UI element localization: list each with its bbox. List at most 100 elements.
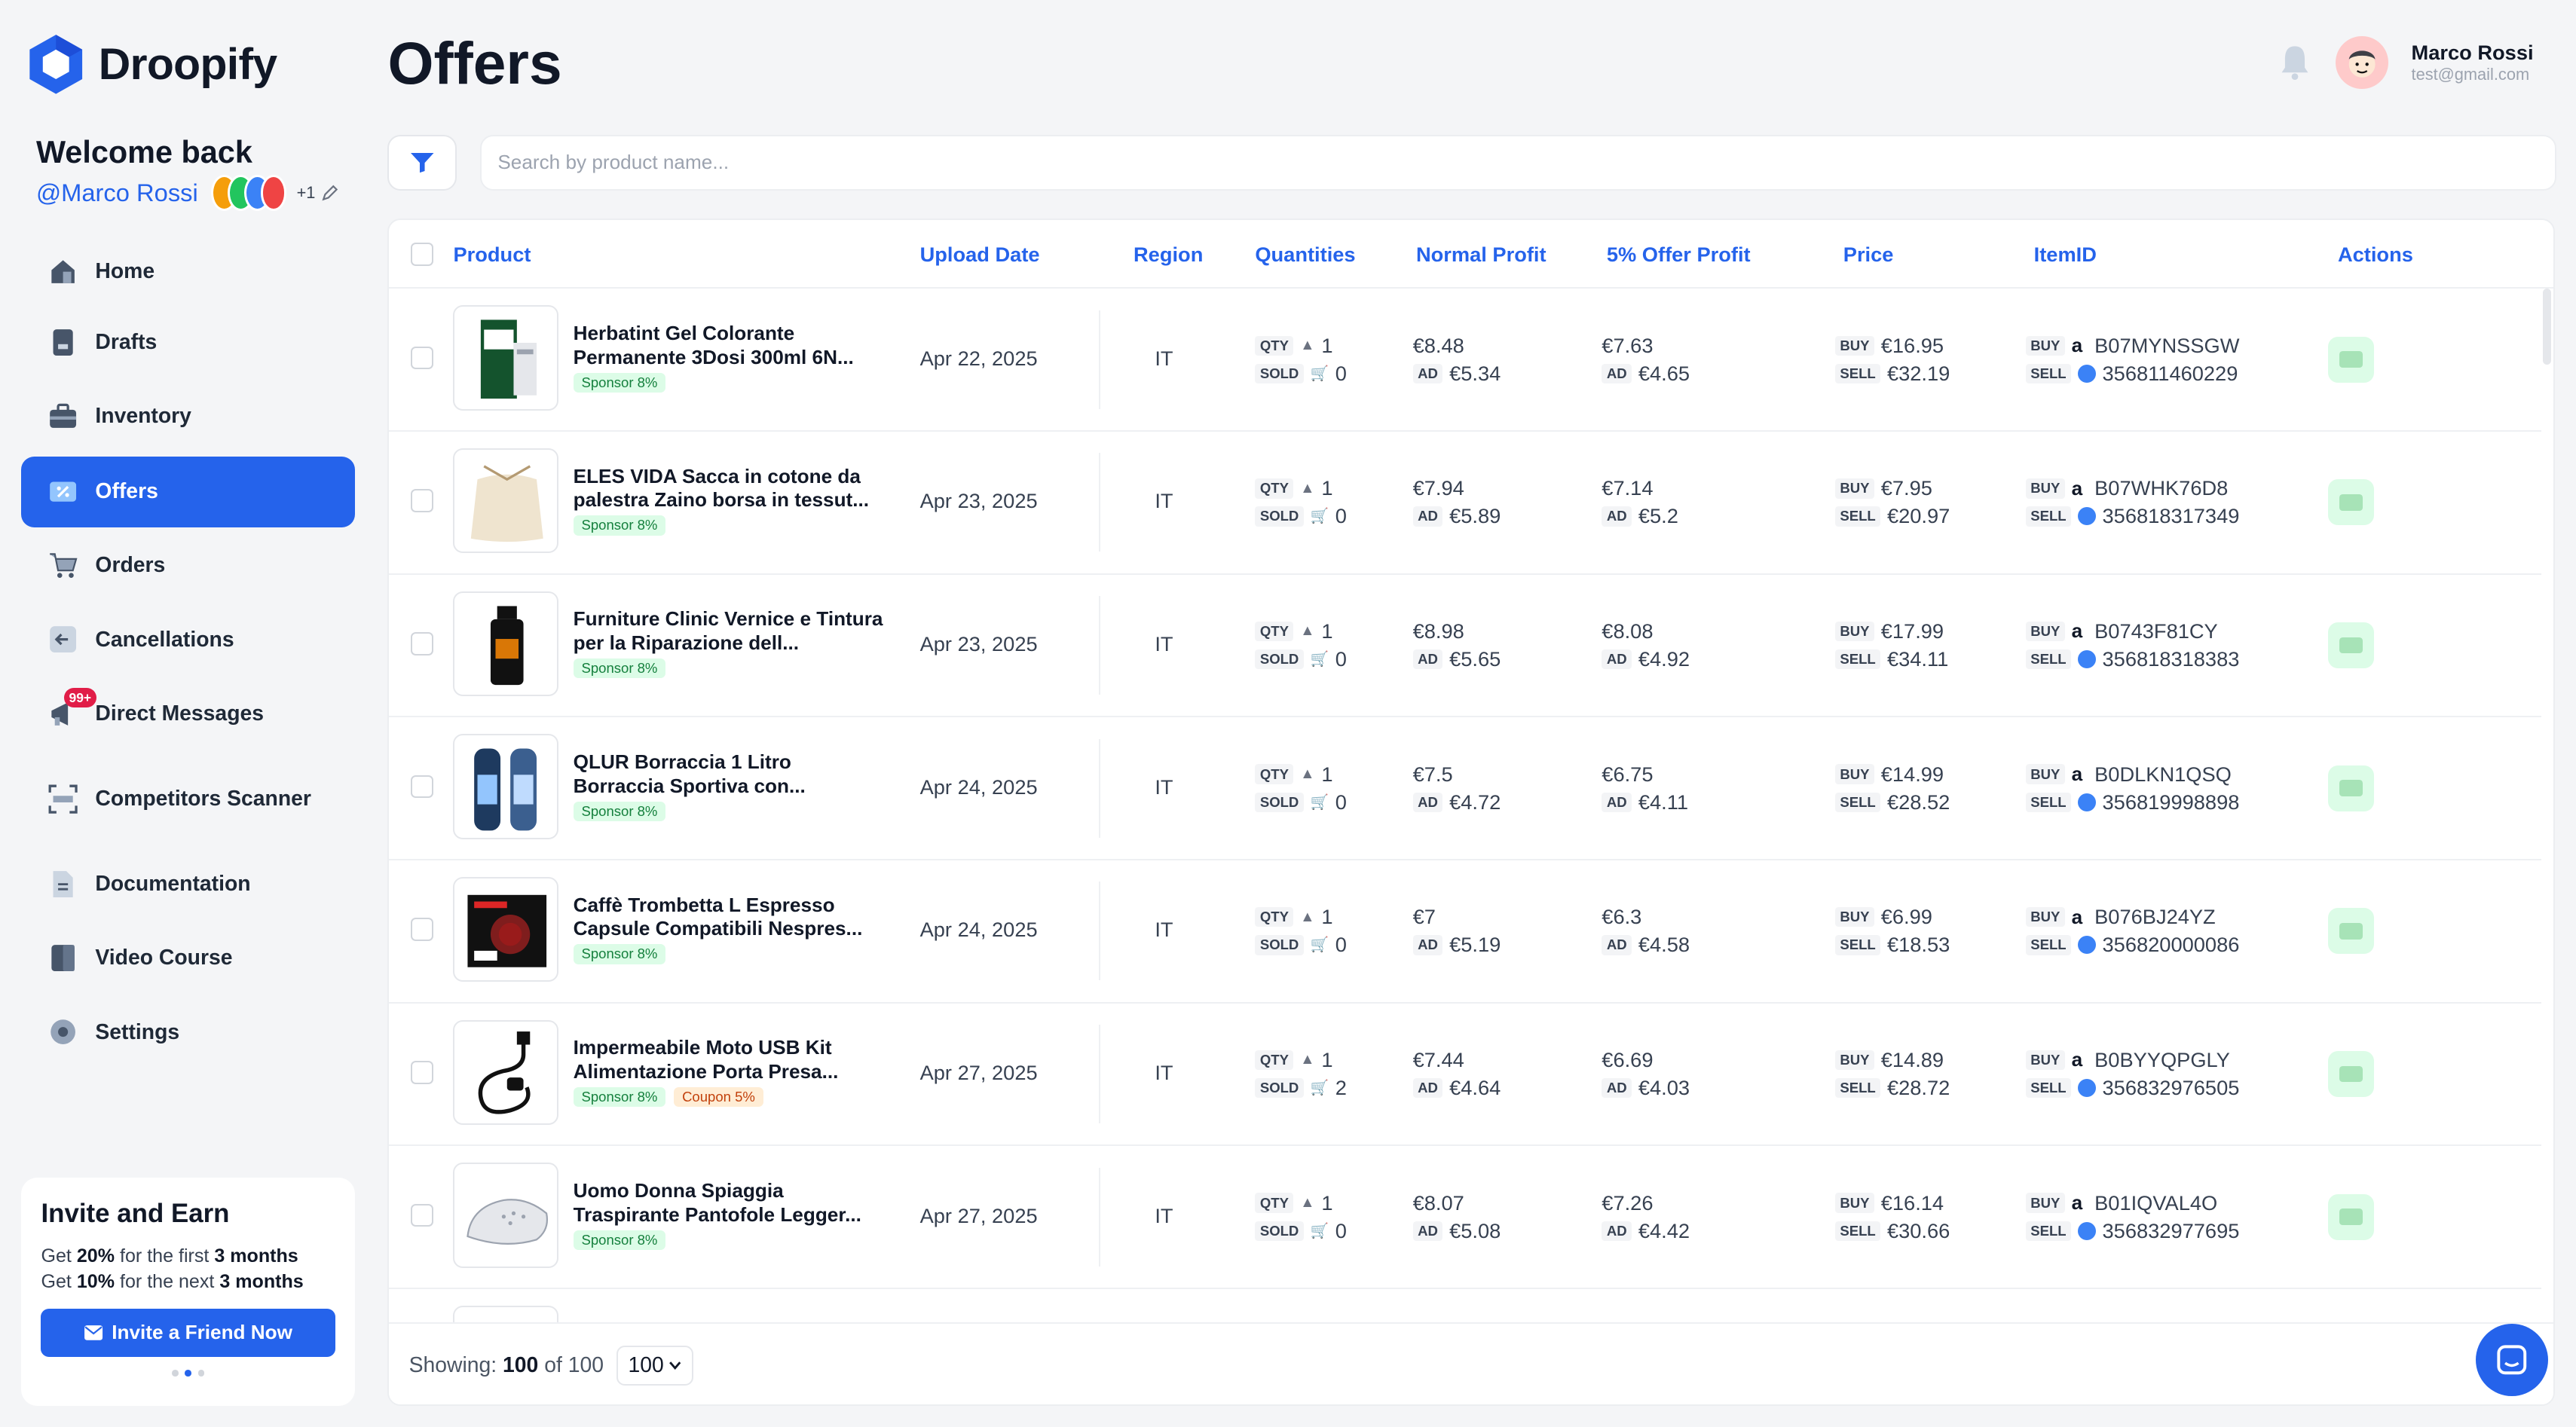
sidebar-item-documentation[interactable]: Documentation (21, 849, 355, 920)
sidebar-item-video-course[interactable]: Video Course (21, 923, 355, 994)
header-item-id[interactable]: ItemID (2034, 243, 2097, 267)
product-name[interactable]: Herbatint Gel Colorante Permanente 3Dosi… (574, 322, 886, 369)
region: IT (1155, 775, 1173, 799)
amazon-asin[interactable]: B0BYYQPGLY (2094, 1048, 2230, 1072)
table-row[interactable]: Caffè Trombetta L Espresso Capsule Compa… (389, 860, 2542, 1004)
header-upload-date[interactable]: Upload Date (920, 243, 1040, 267)
offer-action-button[interactable] (2327, 622, 2374, 669)
amazon-asin[interactable]: B0743F81CY (2094, 619, 2218, 643)
more-accounts-count[interactable]: +1 (297, 183, 316, 203)
column-divider (1099, 1025, 1101, 1123)
account-avatars[interactable] (211, 175, 287, 212)
row-checkbox[interactable] (410, 1061, 434, 1084)
logo[interactable]: Droopify (26, 33, 277, 96)
row-checkbox[interactable] (410, 1203, 434, 1227)
header-price[interactable]: Price (1843, 243, 1894, 267)
product-thumbnail[interactable] (453, 734, 558, 839)
chat-launcher-button[interactable] (2476, 1324, 2549, 1396)
header-product[interactable]: Product (453, 243, 531, 267)
header-region[interactable]: Region (1134, 243, 1203, 267)
sidebar-item-offers[interactable]: Offers (21, 457, 355, 527)
ebay-item-id[interactable]: 356818318383 (2103, 647, 2240, 671)
select-all-checkbox[interactable] (410, 243, 434, 266)
sidebar-item-direct-messages[interactable]: 99+ Direct Messages (21, 678, 355, 749)
bell-icon[interactable] (2277, 43, 2313, 82)
filter-button[interactable] (387, 134, 457, 191)
product-thumbnail[interactable] (453, 591, 558, 697)
sold-value: 0 (1335, 790, 1347, 814)
carousel-dot[interactable] (171, 1369, 179, 1377)
stack-icon: ▲ (1300, 908, 1315, 925)
row-checkbox[interactable] (410, 775, 434, 799)
amazon-asin[interactable]: B07MYNSSGW (2094, 334, 2239, 358)
edit-icon[interactable] (322, 185, 338, 201)
offer-action-button[interactable] (2327, 908, 2374, 955)
row-checkbox[interactable] (410, 346, 434, 370)
table-row[interactable]: Faretti Solari a Led da Esterno (389, 1289, 2541, 1322)
carousel-dot-active[interactable] (185, 1369, 191, 1377)
sidebar-item-label: Documentation (95, 872, 251, 897)
ebay-item-id[interactable]: 356811460229 (2103, 362, 2238, 386)
table-row[interactable]: Furniture Clinic Vernice e Tintura per l… (389, 575, 2542, 718)
sidebar-item-cancellations[interactable]: Cancellations (21, 604, 355, 675)
ebay-item-id[interactable]: 356819998898 (2103, 790, 2240, 814)
row-checkbox[interactable] (410, 918, 434, 941)
row-checkbox[interactable] (410, 632, 434, 655)
carousel-dot[interactable] (197, 1369, 205, 1377)
user-handle[interactable]: @Marco Rossi (36, 179, 198, 207)
scrollbar[interactable] (2543, 289, 2553, 1322)
amazon-asin[interactable]: B0DLKN1QSQ (2094, 762, 2232, 787)
product-thumbnail[interactable] (453, 305, 558, 411)
amazon-asin[interactable]: B076BJ24YZ (2094, 905, 2216, 929)
product-name[interactable]: Furniture Clinic Vernice e Tintura per l… (574, 607, 886, 655)
sidebar-item-competitors-scanner[interactable]: Competitors Scanner (21, 764, 355, 835)
ebay-item-id[interactable]: 356820000086 (2103, 933, 2240, 957)
product-thumbnail[interactable] (453, 1305, 558, 1322)
sidebar-item-inventory[interactable]: Inventory (21, 381, 355, 452)
amazon-asin[interactable]: B01IQVAL4O (2094, 1191, 2217, 1215)
sidebar-item-home[interactable]: Home (21, 237, 355, 307)
sold-label: SOLD (1255, 1221, 1304, 1241)
offer-action-button[interactable] (2327, 479, 2374, 526)
ebay-item-id[interactable]: 356832977695 (2103, 1219, 2240, 1243)
offer-action-button[interactable] (2327, 765, 2374, 811)
ebay-item-id[interactable]: 356818317349 (2103, 504, 2240, 528)
product-thumbnail[interactable] (453, 1019, 558, 1126)
qty-value: 1 (1321, 1190, 1333, 1215)
header-normal-profit[interactable]: Normal Profit (1416, 243, 1547, 267)
sidebar-item-drafts[interactable]: Drafts (21, 307, 355, 378)
product-name[interactable]: Caffè Trombetta L Espresso Capsule Compa… (574, 894, 886, 941)
product-name[interactable]: Uomo Donna Spiaggia Traspirante Pantofol… (574, 1179, 886, 1227)
user-info[interactable]: Marco Rossi test@gmail.com (2412, 41, 2534, 84)
product-thumbnail[interactable] (453, 448, 558, 554)
table-row[interactable]: Herbatint Gel Colorante Permanente 3Dosi… (389, 289, 2542, 432)
search-input[interactable] (479, 134, 2557, 191)
header-quantities[interactable]: Quantities (1255, 243, 1355, 267)
buy-price: €17.99 (1880, 619, 1944, 643)
scroll-thumb[interactable] (2543, 289, 2552, 365)
amazon-asin[interactable]: B07WHK76D8 (2094, 476, 2228, 500)
table-row[interactable]: ELES VIDA Sacca in cotone da palestra Za… (389, 432, 2542, 575)
offer-action-button[interactable] (2327, 1051, 2374, 1098)
product-name[interactable]: QLUR Borraccia 1 Litro Borraccia Sportiv… (574, 750, 886, 798)
carousel-dots[interactable] (41, 1369, 335, 1377)
product-thumbnail[interactable] (453, 1163, 558, 1268)
table-row[interactable]: Uomo Donna Spiaggia Traspirante Pantofol… (389, 1146, 2542, 1290)
table-row[interactable]: Impermeabile Moto USB Kit Alimentazione … (389, 1004, 2542, 1147)
invite-friend-button[interactable]: Invite a Friend Now (41, 1309, 335, 1357)
ebay-item-id[interactable]: 356832976505 (2103, 1076, 2240, 1100)
user-avatar[interactable] (2336, 35, 2388, 89)
sidebar-item-settings[interactable]: Settings (21, 997, 355, 1068)
row-checkbox[interactable] (410, 489, 434, 512)
offer-action-button[interactable] (2327, 336, 2374, 383)
sidebar-item-orders[interactable]: Orders (21, 530, 355, 601)
offer-action-button[interactable] (2327, 1193, 2374, 1240)
header-offer-profit[interactable]: 5% Offer Profit (1607, 243, 1751, 267)
product-name[interactable]: Impermeabile Moto USB Kit Alimentazione … (574, 1036, 886, 1083)
product-name[interactable]: ELES VIDA Sacca in cotone da palestra Za… (574, 465, 886, 512)
upload-date: Apr 24, 2025 (919, 918, 1038, 942)
page-size-select[interactable]: 100 (616, 1346, 693, 1386)
table-row[interactable]: QLUR Borraccia 1 Litro Borraccia Sportiv… (389, 717, 2542, 861)
product-thumbnail[interactable] (453, 876, 558, 982)
qty-label: QTY (1255, 478, 1294, 499)
